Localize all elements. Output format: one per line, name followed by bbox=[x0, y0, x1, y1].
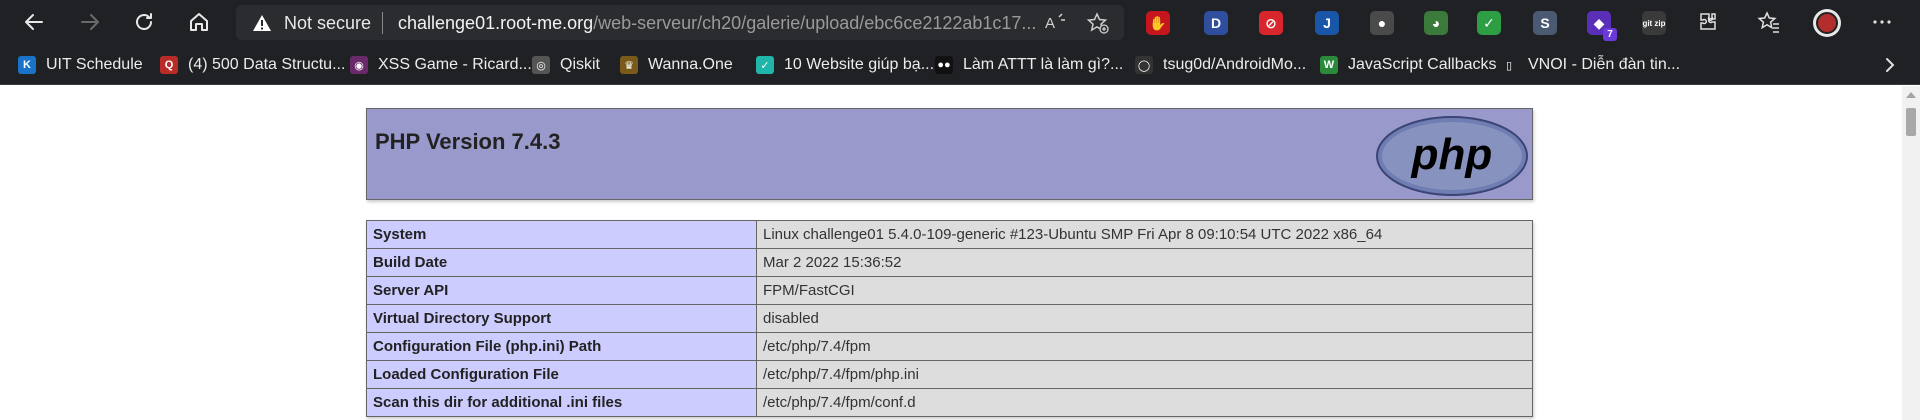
refresh-icon bbox=[136, 13, 152, 30]
avatar-image bbox=[1816, 12, 1838, 34]
home-button[interactable] bbox=[181, 4, 217, 40]
bookmark-favicon-icon: ▯ bbox=[1500, 56, 1518, 74]
bookmark-item[interactable]: W JavaScript Callbacks bbox=[1320, 53, 1497, 77]
php-logo-text: php bbox=[1411, 130, 1493, 179]
back-arrow-icon bbox=[25, 14, 43, 30]
row-key: Virtual Directory Support bbox=[366, 304, 757, 333]
bookmarks-bar: K UIT Schedule Q (4) 500 Data Structu... ◉ XS… bbox=[0, 45, 1920, 85]
bookmark-favicon-icon: ◎ bbox=[532, 56, 550, 74]
url-path: /web-serveur/ch20/galerie/upload/ebc6ce2… bbox=[593, 13, 1037, 33]
ublock-extension-icon[interactable]: ✋ bbox=[1146, 11, 1170, 35]
phpinfo-table: System Linux challenge01 5.4.0-109-generi… bbox=[366, 220, 1533, 417]
vertical-scrollbar[interactable] bbox=[1902, 86, 1920, 420]
bookmark-item[interactable]: ✓ 10 Website giúp bạ... bbox=[756, 53, 934, 77]
table-row: Loaded Configuration File/etc/php/7.4/fp… bbox=[366, 360, 1533, 389]
bookmark-favicon-icon: ◯ bbox=[1135, 56, 1153, 74]
row-key: Server API bbox=[366, 276, 757, 305]
add-favorite-icon[interactable] bbox=[1086, 11, 1110, 35]
bookmark-label: (4) 500 Data Structu... bbox=[188, 56, 346, 73]
home-icon bbox=[190, 13, 208, 31]
back-button[interactable] bbox=[16, 4, 52, 40]
bookmark-label: Qiskit bbox=[560, 56, 600, 73]
profile-avatar[interactable] bbox=[1813, 9, 1841, 37]
more-menu-icon[interactable] bbox=[1870, 10, 1894, 34]
bookmark-label: VNOI - Diễn đàn tin... bbox=[1528, 56, 1681, 73]
row-value: /etc/php/7.4/fpm/php.ini bbox=[756, 360, 1533, 389]
bookmark-label: tsug0d/AndroidMo... bbox=[1163, 56, 1307, 73]
scrollbar-thumb[interactable] bbox=[1906, 108, 1916, 136]
read-aloud-icon[interactable]: A bbox=[1044, 11, 1068, 35]
bookmark-item[interactable]: ◉ XSS Game - Ricard... bbox=[350, 53, 532, 77]
purple-extension-icon[interactable]: ◆ 7 bbox=[1587, 11, 1617, 41]
bookmark-item[interactable]: ◎ Qiskit bbox=[532, 53, 600, 77]
bookmark-favicon-icon: ◉ bbox=[350, 56, 368, 74]
phpinfo-header: PHP Version 7.4.3 php bbox=[366, 108, 1533, 200]
row-key: Configuration File (php.ini) Path bbox=[366, 332, 757, 361]
url-text[interactable]: challenge01.root-me.org/web-serveur/ch20… bbox=[398, 13, 1036, 33]
bookmark-label: JavaScript Callbacks bbox=[1348, 56, 1497, 73]
row-key: Build Date bbox=[366, 248, 757, 277]
table-row: Build Date Mar 2 2022 15:36:52 bbox=[366, 248, 1533, 277]
s-extension-icon[interactable]: S bbox=[1533, 11, 1557, 35]
bookmark-favicon-icon: Q bbox=[160, 56, 178, 74]
bookmark-label: UIT Schedule bbox=[46, 56, 143, 73]
row-value: FPM/FastCGI bbox=[756, 276, 1533, 305]
table-row: Virtual Directory Support disabled bbox=[366, 304, 1533, 333]
row-value: /etc/php/7.4/fpm/conf.d bbox=[756, 388, 1533, 417]
j-extension-icon[interactable]: J bbox=[1315, 11, 1339, 35]
bookmark-item[interactable]: ●● Làm ATTT là làm gì?... bbox=[935, 53, 1123, 77]
bookmark-label: Wanna.One bbox=[648, 56, 733, 73]
forward-button[interactable] bbox=[72, 4, 108, 40]
shield-extension-icon[interactable]: ✓ bbox=[1477, 11, 1501, 35]
address-bar[interactable]: Not secure challenge01.root-me.org/web-s… bbox=[236, 5, 1124, 40]
bookmark-item[interactable]: Q (4) 500 Data Structu... bbox=[160, 53, 345, 77]
warning-icon bbox=[253, 15, 271, 31]
table-row: Server API FPM/FastCGI bbox=[366, 276, 1533, 305]
row-value: disabled bbox=[756, 304, 1533, 333]
address-separator bbox=[382, 12, 383, 34]
row-key: Scan this dir for additional .ini files bbox=[366, 388, 757, 417]
scroll-up-arrow-icon[interactable] bbox=[1906, 92, 1916, 98]
bookmark-item[interactable]: ◯ tsug0d/AndroidMo... bbox=[1135, 53, 1306, 77]
bookmark-favicon-icon: ♛ bbox=[620, 56, 638, 74]
php-logo-icon[interactable]: php bbox=[1375, 115, 1529, 197]
extension-badge: 7 bbox=[1603, 28, 1617, 41]
page-viewport: PHP Version 7.4.3 php System Linux challe… bbox=[0, 86, 1902, 420]
colorful-extension-icon[interactable]: ◕ bbox=[1424, 11, 1448, 35]
block-extension-icon[interactable]: ⊘ bbox=[1259, 11, 1283, 35]
row-key: System bbox=[366, 220, 757, 249]
url-host: challenge01.root-me.org bbox=[398, 13, 594, 33]
security-label[interactable]: Not secure bbox=[284, 13, 371, 33]
row-value: /etc/php/7.4/fpm bbox=[756, 332, 1533, 361]
table-row: Configuration File (php.ini) Path/etc/ph… bbox=[366, 332, 1533, 361]
row-key: Loaded Configuration File bbox=[366, 360, 757, 389]
forward-arrow-icon bbox=[81, 14, 99, 30]
bookmark-label: XSS Game - Ricard... bbox=[378, 56, 532, 73]
bookmark-favicon-icon: ●● bbox=[935, 56, 953, 74]
chevron-right-icon[interactable] bbox=[1880, 55, 1900, 75]
bookmark-favicon-icon: W bbox=[1320, 56, 1338, 74]
bookmark-item[interactable]: K UIT Schedule bbox=[18, 53, 143, 77]
extensions-puzzle-icon[interactable] bbox=[1696, 10, 1720, 34]
svg-text:A: A bbox=[1045, 15, 1055, 32]
gray-extension-icon[interactable]: ● bbox=[1370, 11, 1394, 35]
row-value: Linux challenge01 5.4.0-109-generic #123… bbox=[756, 220, 1533, 249]
table-row: Scan this dir for additional .ini files /… bbox=[366, 388, 1533, 417]
page-title: PHP Version 7.4.3 bbox=[375, 129, 561, 154]
bookmark-favicon-icon: K bbox=[18, 56, 36, 74]
bookmark-label: Làm ATTT là làm gì?... bbox=[963, 56, 1124, 73]
table-row: System Linux challenge01 5.4.0-109-generi… bbox=[366, 220, 1533, 249]
bookmark-item[interactable]: ▯ VNOI - Diễn đàn tin... bbox=[1500, 53, 1680, 77]
favorites-icon[interactable] bbox=[1757, 10, 1781, 34]
refresh-button[interactable] bbox=[126, 4, 162, 40]
row-value: Mar 2 2022 15:36:52 bbox=[756, 248, 1533, 277]
bookmark-favicon-icon: ✓ bbox=[756, 56, 774, 74]
gitzip-extension-icon[interactable]: git zip bbox=[1642, 11, 1666, 35]
bookmark-label: 10 Website giúp bạ... bbox=[784, 56, 935, 73]
dashlane-extension-icon[interactable]: D bbox=[1204, 11, 1228, 35]
browser-toolbar: Not secure challenge01.root-me.org/web-s… bbox=[0, 0, 1920, 45]
bookmark-item[interactable]: ♛ Wanna.One bbox=[620, 53, 733, 77]
